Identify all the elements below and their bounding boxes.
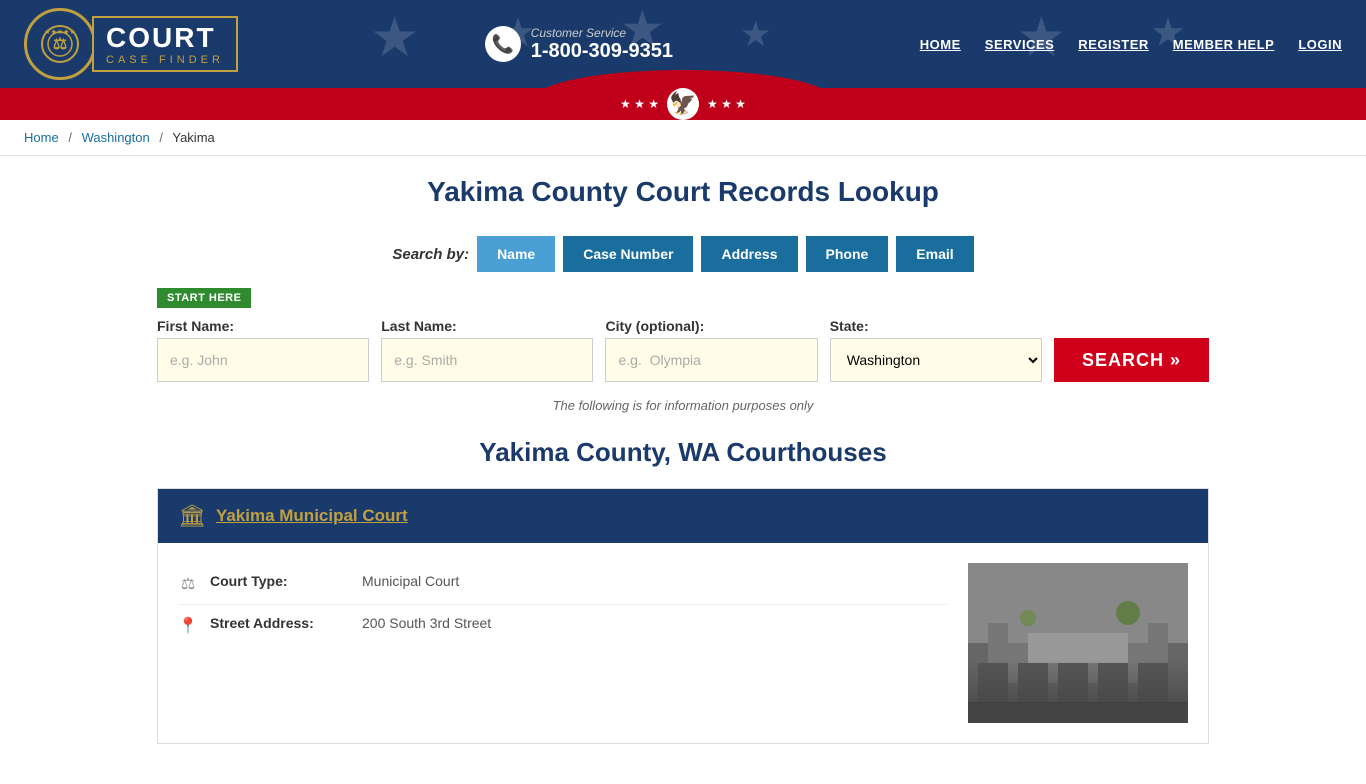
breadcrumb-sep-1: / bbox=[68, 130, 72, 145]
city-group: City (optional): bbox=[605, 318, 817, 382]
breadcrumb-home[interactable]: Home bbox=[24, 130, 59, 145]
detail-row-address: 📍 Street Address: 200 South 3rd Street bbox=[178, 605, 948, 646]
customer-service: 📞 Customer Service 1-800-309-9351 bbox=[485, 26, 673, 63]
court-type-icon: ⚖ bbox=[178, 574, 198, 594]
state-select[interactable]: Washington Alabama Alaska Arizona Califo… bbox=[830, 338, 1042, 382]
breadcrumb-state[interactable]: Washington bbox=[82, 130, 150, 145]
phone-icon: 📞 bbox=[485, 26, 521, 62]
start-here-badge: START HERE bbox=[157, 288, 251, 308]
tab-address[interactable]: Address bbox=[701, 236, 797, 272]
courthouse-name[interactable]: Yakima Municipal Court bbox=[216, 506, 408, 526]
last-name-label: Last Name: bbox=[381, 318, 593, 334]
first-name-input[interactable] bbox=[157, 338, 369, 382]
logo-icon: ⚖ ★★★★★ bbox=[24, 8, 96, 80]
logo-text: COURT CASE FINDER bbox=[92, 16, 238, 72]
last-name-input[interactable] bbox=[381, 338, 593, 382]
eagle-bar: ★ ★ ★ 🦅 ★ ★ ★ bbox=[0, 88, 1366, 120]
courthouse-icon: 🏛 bbox=[178, 503, 206, 529]
courthouse-header: 🏛 Yakima Municipal Court bbox=[158, 489, 1208, 543]
breadcrumb-sep-2: / bbox=[159, 130, 163, 145]
courthouses-title: Yakima County, WA Courthouses bbox=[157, 437, 1209, 468]
tab-case-number[interactable]: Case Number bbox=[563, 236, 693, 272]
cs-label: Customer Service bbox=[531, 26, 673, 40]
eagle-stars: ★ ★ ★ 🦅 ★ ★ ★ bbox=[620, 88, 746, 120]
courthouse-photo bbox=[968, 563, 1188, 723]
courthouse-image bbox=[968, 563, 1188, 723]
search-by-label: Search by: bbox=[392, 246, 469, 263]
search-button[interactable]: SEARCH » bbox=[1054, 338, 1209, 382]
disclaimer: The following is for information purpose… bbox=[157, 398, 1209, 413]
cs-phone: 1-800-309-9351 bbox=[531, 40, 673, 63]
city-label: City (optional): bbox=[605, 318, 817, 334]
city-input[interactable] bbox=[605, 338, 817, 382]
first-name-label: First Name: bbox=[157, 318, 369, 334]
main-nav: HOME SERVICES REGISTER MEMBER HELP LOGIN bbox=[920, 37, 1342, 52]
nav-login[interactable]: LOGIN bbox=[1298, 37, 1342, 52]
first-name-group: First Name: bbox=[157, 318, 369, 382]
page-title: Yakima County Court Records Lookup bbox=[157, 176, 1209, 208]
nav-home[interactable]: HOME bbox=[920, 37, 961, 52]
svg-text:★★★★★: ★★★★★ bbox=[44, 28, 75, 36]
court-type-label: Court Type: bbox=[210, 573, 350, 589]
tab-email[interactable]: Email bbox=[896, 236, 973, 272]
court-type-value: Municipal Court bbox=[362, 573, 459, 589]
tab-phone[interactable]: Phone bbox=[806, 236, 889, 272]
breadcrumb: Home / Washington / Yakima bbox=[0, 120, 1366, 156]
nav-member-help[interactable]: MEMBER HELP bbox=[1173, 37, 1275, 52]
search-by-row: Search by: Name Case Number Address Phon… bbox=[157, 236, 1209, 272]
nav-register[interactable]: REGISTER bbox=[1078, 37, 1148, 52]
courthouse-card: 🏛 Yakima Municipal Court ⚖ Court Type: M… bbox=[157, 488, 1209, 744]
state-group: State: Washington Alabama Alaska Arizona… bbox=[830, 318, 1042, 382]
search-form-row: First Name: Last Name: City (optional): … bbox=[157, 318, 1209, 382]
svg-text:⚖: ⚖ bbox=[53, 36, 67, 53]
site-logo[interactable]: ⚖ ★★★★★ COURT CASE FINDER bbox=[24, 8, 238, 80]
nav-services[interactable]: SERVICES bbox=[985, 37, 1055, 52]
tab-name[interactable]: Name bbox=[477, 236, 555, 272]
street-address-value: 200 South 3rd Street bbox=[362, 615, 491, 631]
main-content: Yakima County Court Records Lookup Searc… bbox=[133, 156, 1233, 784]
detail-row-type: ⚖ Court Type: Municipal Court bbox=[178, 563, 948, 605]
breadcrumb-county: Yakima bbox=[172, 130, 214, 145]
last-name-group: Last Name: bbox=[381, 318, 593, 382]
search-section: Search by: Name Case Number Address Phon… bbox=[157, 236, 1209, 413]
courthouse-body: ⚖ Court Type: Municipal Court 📍 Street A… bbox=[158, 543, 1208, 743]
courthouse-details: ⚖ Court Type: Municipal Court 📍 Street A… bbox=[178, 563, 948, 723]
search-form-container: START HERE First Name: Last Name: City (… bbox=[157, 288, 1209, 382]
street-address-label: Street Address: bbox=[210, 615, 350, 631]
state-label: State: bbox=[830, 318, 1042, 334]
address-icon: 📍 bbox=[178, 616, 198, 636]
